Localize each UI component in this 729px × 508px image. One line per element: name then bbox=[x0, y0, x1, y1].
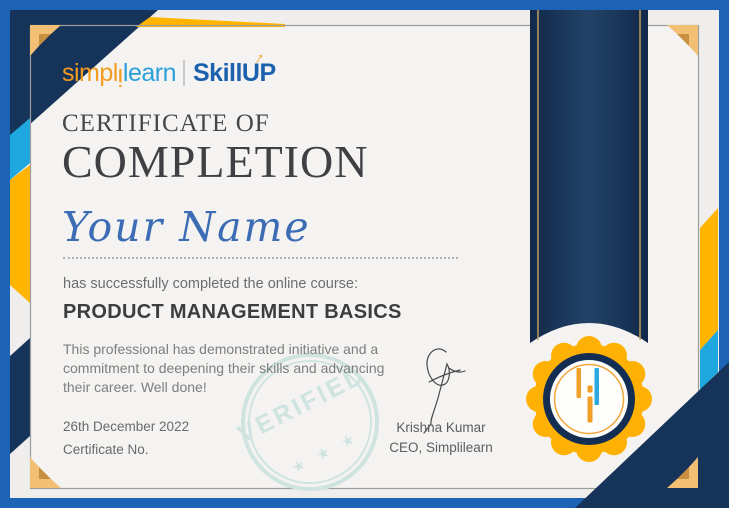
signer-title: CEO, Simplilearn bbox=[389, 440, 493, 455]
name-underline bbox=[63, 257, 458, 259]
description-line3: their career. Well done! bbox=[63, 379, 207, 395]
logo-text-simpl: simpl bbox=[62, 58, 118, 87]
skillup-text: SkillUP bbox=[193, 58, 276, 87]
left-navy-stripe bbox=[10, 338, 30, 454]
issue-date: 26th December 2022 bbox=[63, 419, 190, 434]
skillup-wordmark: SkillUP ↑ bbox=[193, 49, 276, 88]
brand-logo: simplilearn SkillUP ↑ bbox=[62, 49, 276, 91]
simplilearn-wordmark: simplilearn bbox=[62, 58, 177, 91]
certificate-title-line1: CERTIFICATE OF bbox=[62, 110, 270, 137]
certificate-page: VERIFIED ★ ★ ★ simplilearn SkillUP ↑ CER… bbox=[0, 0, 729, 508]
completion-statement: has successfully completed the online co… bbox=[63, 276, 358, 292]
logo-inverted-i: i bbox=[117, 62, 123, 91]
left-yellow-stripe bbox=[10, 165, 30, 303]
certificate-number-label: Certificate No. bbox=[63, 442, 149, 457]
logo-divider bbox=[183, 60, 185, 86]
ribbon bbox=[530, 10, 648, 343]
right-yellow-stripe bbox=[700, 208, 718, 350]
certificate-title-line2: COMPLETION bbox=[62, 136, 369, 187]
signer-name: Krishna Kumar bbox=[396, 420, 486, 435]
recipient-name: Your Name bbox=[62, 203, 311, 251]
description-line1: This professional has demonstrated initi… bbox=[63, 341, 379, 357]
course-title: PRODUCT MANAGEMENT BASICS bbox=[63, 301, 402, 323]
description-line2: commitment to deepening their skills and… bbox=[63, 360, 385, 376]
description-paragraph: This professional has demonstrated initi… bbox=[63, 340, 384, 397]
logo-text-learn: learn bbox=[122, 58, 177, 87]
